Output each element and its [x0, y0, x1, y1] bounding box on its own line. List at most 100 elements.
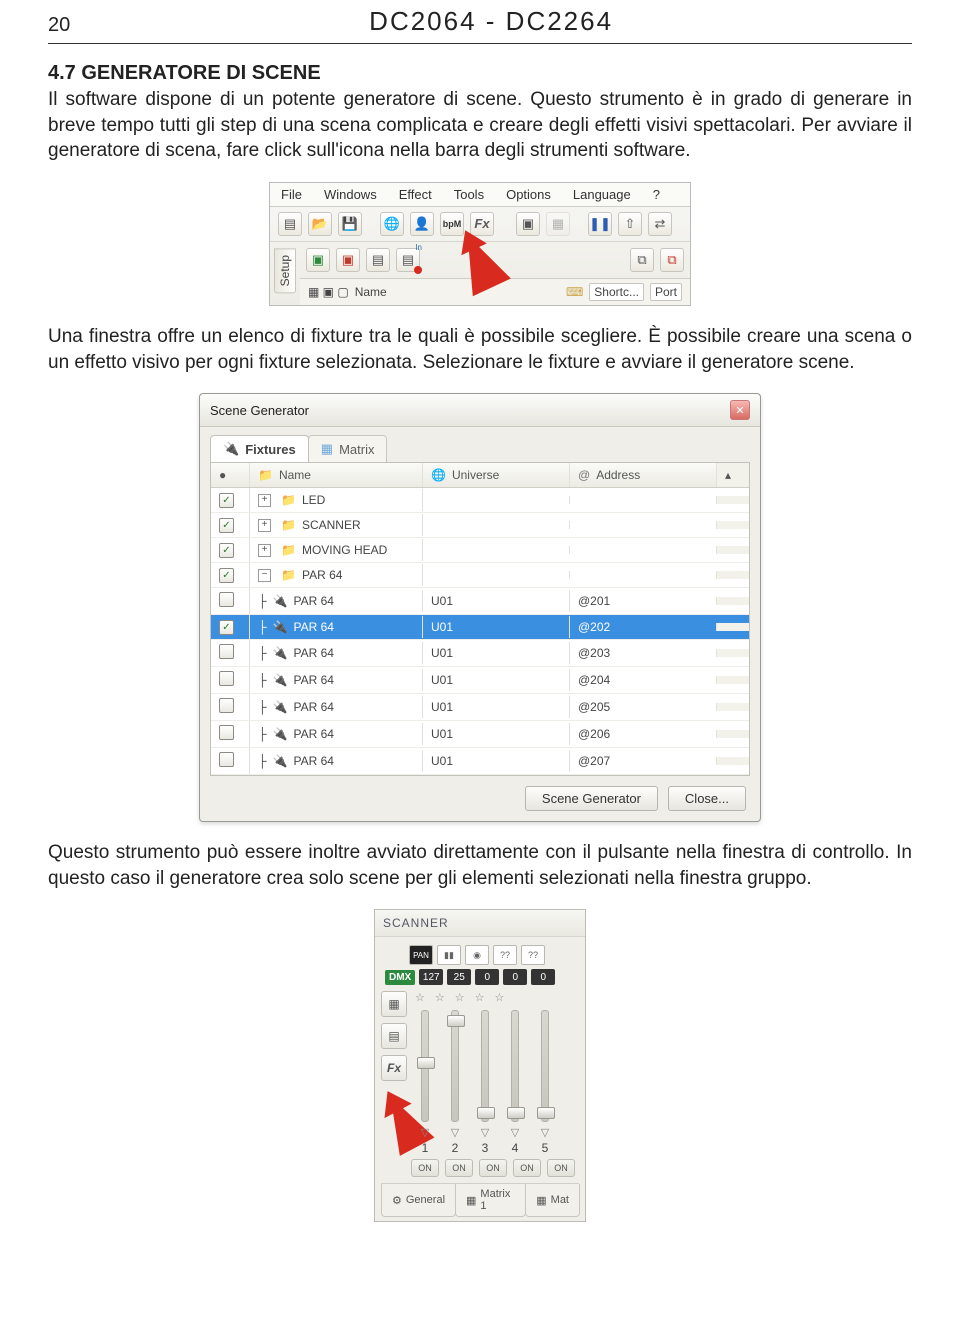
col-name[interactable]: Name — [355, 285, 387, 299]
address-cell: @205 — [570, 696, 716, 718]
checkbox[interactable] — [219, 752, 234, 767]
scene-generator-button[interactable]: Scene Generator — [525, 786, 658, 811]
fixture-row[interactable]: ├ 🔌 PAR 64 — [250, 590, 423, 612]
key-icon: ⌨ — [566, 285, 583, 299]
col-universe[interactable]: 🌐Universe — [423, 463, 570, 487]
col-name[interactable]: 📁Name — [250, 463, 423, 487]
scanner-panel: SCANNER PAN ▮▮ ◉ ?? ?? DMX 127 25 0 0 0 — [374, 909, 586, 1222]
tab-fixtures[interactable]: 🔌Fixtures — [210, 435, 309, 462]
close-button[interactable]: Close... — [668, 786, 746, 811]
tab-general[interactable]: ⚙General — [381, 1184, 456, 1217]
fx-icon[interactable]: Fx — [470, 212, 494, 236]
menu-file[interactable]: File — [270, 183, 313, 206]
on-2[interactable]: ON — [445, 1159, 473, 1177]
group-row[interactable]: +📁 SCANNER — [250, 514, 423, 536]
grid-icon[interactable]: ▦ — [546, 212, 570, 236]
checkbox[interactable] — [219, 518, 234, 533]
col-port[interactable]: Port — [650, 283, 682, 301]
copy-icon[interactable]: ⧉ — [630, 248, 654, 272]
checkbox[interactable] — [219, 568, 234, 583]
checkbox[interactable] — [219, 698, 234, 713]
fixture-grid: ● 📁Name 🌐Universe @Address ▴ +📁 LED +📁 SC… — [210, 462, 750, 776]
menu-tools[interactable]: Tools — [443, 183, 495, 206]
dmx-val-2[interactable]: 25 — [447, 969, 471, 985]
unknown-1-icon[interactable]: ?? — [493, 945, 517, 965]
record-icon[interactable]: ▤In — [396, 248, 420, 272]
close-icon[interactable]: ✕ — [730, 400, 750, 420]
dmx-val-1[interactable]: 127 — [419, 969, 443, 985]
scanner-title: SCANNER — [375, 910, 585, 937]
group-row[interactable]: +📁 MOVING HEAD — [250, 539, 423, 561]
fixture-row[interactable]: ├ 🔌 PAR 64 — [250, 642, 423, 664]
remove-icon[interactable]: ▣ — [336, 248, 360, 272]
menu-windows[interactable]: Windows — [313, 183, 388, 206]
universe-cell: U01 — [423, 590, 570, 612]
scrollbar-up[interactable]: ▴ — [716, 463, 749, 487]
group-row[interactable]: −📁 PAR 64 — [250, 564, 423, 586]
on-3[interactable]: ON — [479, 1159, 507, 1177]
tab-matrix[interactable]: ▦Matrix — [308, 435, 388, 462]
gobo-icon[interactable]: ◉ — [465, 945, 489, 965]
fader-3[interactable] — [481, 1010, 489, 1122]
globe-icon[interactable]: 🌐 — [380, 212, 404, 236]
preset-button[interactable]: ▤ — [381, 1023, 407, 1049]
save-icon[interactable]: 💾 — [338, 212, 362, 236]
fixture-row[interactable]: ├ 🔌 PAR 64 — [250, 669, 423, 691]
tab-mat[interactable]: ▦Mat — [525, 1184, 580, 1217]
checkbox[interactable] — [219, 620, 234, 635]
open-icon[interactable]: 📂 — [308, 212, 332, 236]
checkbox[interactable] — [219, 493, 234, 508]
upload-icon[interactable]: ⇧ — [618, 212, 642, 236]
delete-icon[interactable]: ⧉ — [660, 248, 684, 272]
user-icon[interactable]: 👤 — [410, 212, 434, 236]
unknown-2-icon[interactable]: ?? — [521, 945, 545, 965]
col-bullet[interactable]: ● — [211, 463, 250, 487]
transfer-icon[interactable]: ⇄ — [648, 212, 672, 236]
menu-help[interactable]: ? — [642, 183, 671, 206]
on-5[interactable]: ON — [547, 1159, 575, 1177]
fx-button[interactable]: Fx — [381, 1055, 407, 1081]
setup-tab[interactable]: Setup — [274, 248, 296, 293]
col-shortcut[interactable]: Shortc... — [589, 283, 644, 301]
new-icon[interactable]: ▤ — [278, 212, 302, 236]
group-row[interactable]: +📁 LED — [250, 489, 423, 511]
fixture-row[interactable]: ├ 🔌 PAR 64 — [250, 696, 423, 718]
add-icon[interactable]: ▣ — [306, 248, 330, 272]
menu-effect[interactable]: Effect — [388, 183, 443, 206]
tab-matrix1[interactable]: ▦Matrix 1 — [455, 1184, 526, 1217]
checkbox[interactable] — [219, 592, 234, 607]
pause-icon[interactable]: ❚❚ — [588, 212, 612, 236]
matrix-icon: ▦ — [321, 441, 333, 457]
checkbox[interactable] — [219, 543, 234, 558]
dmx-val-3[interactable]: 0 — [475, 969, 499, 985]
window-icon[interactable]: ▣ — [516, 212, 540, 236]
fixture-row[interactable]: ├ 🔌 PAR 64 — [250, 723, 423, 745]
fixture-row[interactable]: ├ 🔌 PAR 64 — [250, 616, 423, 638]
on-4[interactable]: ON — [513, 1159, 541, 1177]
toolbar-figure: File Windows Effect Tools Options Langua… — [269, 182, 691, 306]
menu-language[interactable]: Language — [562, 183, 642, 206]
menu-options[interactable]: Options — [495, 183, 562, 206]
checkbox[interactable] — [219, 644, 234, 659]
fader-1[interactable] — [421, 1010, 429, 1122]
pan-icon[interactable]: PAN — [409, 945, 433, 965]
color-icon[interactable]: ▮▮ — [437, 945, 461, 965]
dmx-badge: DMX — [385, 970, 415, 985]
dmx-val-5[interactable]: 0 — [531, 969, 555, 985]
fader-5[interactable] — [541, 1010, 549, 1122]
list-icon[interactable]: ▤ — [366, 248, 390, 272]
universe-cell: U01 — [423, 750, 570, 772]
checkbox[interactable] — [219, 725, 234, 740]
dmx-val-4[interactable]: 0 — [503, 969, 527, 985]
grid-button[interactable]: ▦ — [381, 991, 407, 1017]
col-address[interactable]: @Address — [570, 463, 716, 487]
scene-generator-dialog: Scene Generator ✕ 🔌Fixtures ▦Matrix ● 📁N… — [199, 393, 761, 822]
fixture-row[interactable]: ├ 🔌 PAR 64 — [250, 750, 423, 772]
fader-4[interactable] — [511, 1010, 519, 1122]
checkbox[interactable] — [219, 671, 234, 686]
address-cell: @201 — [570, 590, 716, 612]
address-cell: @203 — [570, 642, 716, 664]
on-1[interactable]: ON — [411, 1159, 439, 1177]
dialog-title: Scene Generator — [210, 403, 309, 418]
fader-2[interactable] — [451, 1010, 459, 1122]
